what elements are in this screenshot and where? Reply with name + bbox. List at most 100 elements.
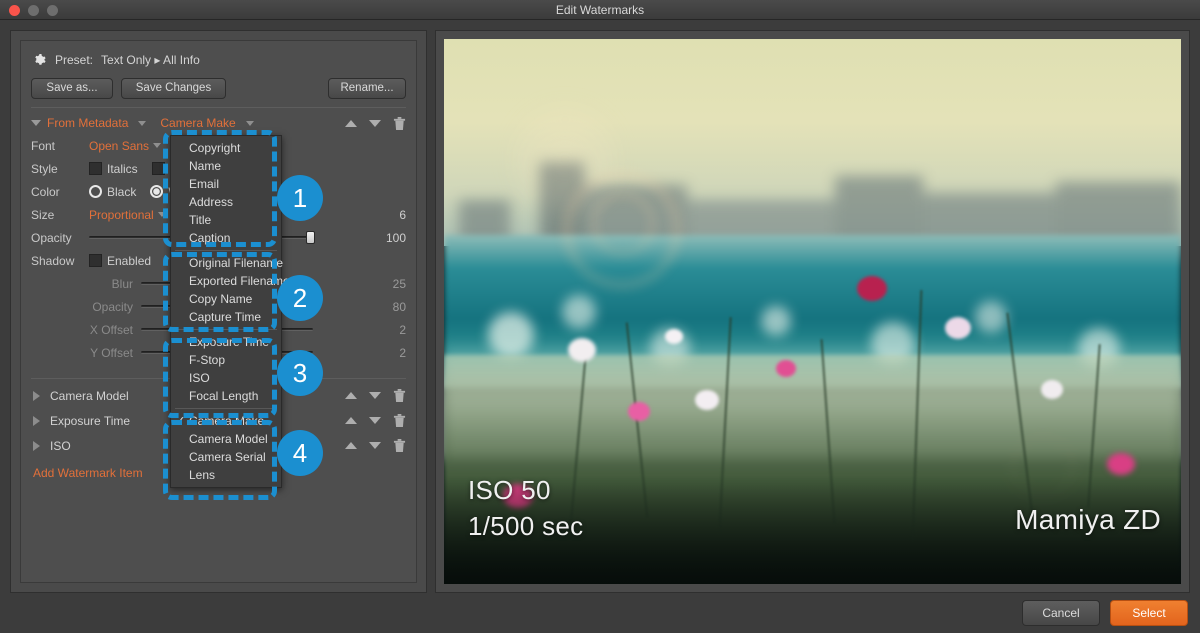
color-white-radio[interactable]: [150, 185, 163, 198]
badge-3: 3: [277, 350, 323, 396]
divider: [31, 107, 406, 108]
metadata-field-label[interactable]: Camera Make: [160, 116, 235, 130]
move-down-icon[interactable]: [369, 392, 381, 399]
opacity-number: 100: [366, 231, 406, 245]
dropdown-item-iso[interactable]: ISO: [171, 369, 281, 387]
expand-icon-2[interactable]: [33, 416, 40, 426]
preset-row: Preset: Text Only ▸ All Info: [31, 49, 406, 71]
expand-icon-3[interactable]: [33, 441, 40, 451]
shadow-opacity-number: 80: [366, 300, 406, 314]
color-label: Color: [31, 185, 89, 199]
move-down-icon-2[interactable]: [369, 417, 381, 424]
blur-number: 25: [366, 277, 406, 291]
title-bar: Edit Watermarks: [0, 0, 1200, 20]
italics-label: Italics: [107, 162, 138, 176]
dropdown-item-exported-filename[interactable]: Exported Filename: [171, 272, 281, 290]
dropdown-item-email[interactable]: Email: [171, 175, 281, 193]
expand-icon[interactable]: [33, 391, 40, 401]
preset-buttons: Save as... Save Changes Rename...: [31, 77, 406, 99]
dropdown-item-f-stop[interactable]: F-Stop: [171, 351, 281, 369]
chevron-down-icon-size[interactable]: [158, 212, 166, 217]
gear-icon[interactable]: [31, 52, 47, 68]
x-offset-number: 2: [366, 323, 406, 337]
watermark-item-label-3: ISO: [50, 439, 71, 453]
move-up-icon[interactable]: [345, 120, 357, 127]
metadata-source-label[interactable]: From Metadata: [47, 116, 128, 130]
watermark-item-label-2: Exposure Time: [50, 414, 130, 428]
dropdown-item-copyright[interactable]: Copyright: [171, 139, 281, 157]
dropdown-item-camera-serial[interactable]: Camera Serial: [171, 448, 281, 466]
move-up-icon-3[interactable]: [345, 442, 357, 449]
chevron-down-icon-font[interactable]: [153, 143, 161, 148]
y-offset-number: 2: [366, 346, 406, 360]
opacity-label: Opacity: [31, 231, 89, 245]
expand-collapse-icon[interactable]: [31, 120, 41, 126]
metadata-field-dropdown[interactable]: Copyright Name Email Address Title Capti…: [170, 135, 282, 488]
dropdown-item-focal-length[interactable]: Focal Length: [171, 387, 281, 405]
opacity-slider-knob[interactable]: [306, 231, 315, 244]
y-offset-label: Y Offset: [31, 346, 141, 360]
dropdown-item-exposure-time[interactable]: Exposure Time: [171, 333, 281, 351]
shadow-label: Shadow: [31, 254, 89, 268]
dropdown-separator-3: [175, 408, 277, 409]
dropdown-item-name[interactable]: Name: [171, 157, 281, 175]
shadow-opacity-label: Opacity: [31, 300, 141, 314]
watermark-shutter: 1/500 sec: [468, 511, 583, 542]
metadata-header-row: From Metadata Camera Make: [31, 112, 406, 134]
x-offset-label: X Offset: [31, 323, 141, 337]
cancel-button[interactable]: Cancel: [1022, 600, 1100, 626]
blur-label: Blur: [31, 277, 141, 291]
dropdown-item-address[interactable]: Address: [171, 193, 281, 211]
badge-1: 1: [277, 175, 323, 221]
save-as-button[interactable]: Save as...: [31, 78, 113, 99]
delete-icon[interactable]: [393, 116, 406, 131]
badge-4: 4: [277, 430, 323, 476]
dropdown-item-camera-make[interactable]: ✓ Camera Make: [171, 412, 281, 430]
dropdown-item-camera-model[interactable]: Camera Model: [171, 430, 281, 448]
size-value[interactable]: Proportional: [89, 208, 154, 222]
chevron-down-icon[interactable]: [138, 121, 146, 126]
chevron-down-icon-2[interactable]: [246, 121, 254, 126]
watermark-camera: Mamiya ZD: [1015, 504, 1161, 536]
select-button[interactable]: Select: [1110, 600, 1188, 626]
move-down-icon-3[interactable]: [369, 442, 381, 449]
photo-preview: ISO 50 1/500 sec Mamiya ZD: [444, 39, 1181, 584]
dialog-footer: Cancel Select: [0, 593, 1200, 633]
checkmark-icon: ✓: [176, 413, 185, 430]
dialog-body: Preset: Text Only ▸ All Info Save as... …: [0, 20, 1200, 593]
preview-panel: ISO 50 1/500 sec Mamiya ZD: [435, 30, 1190, 593]
size-number: 6: [366, 208, 406, 222]
style-label: Style: [31, 162, 89, 176]
dropdown-item-original-filename[interactable]: Original Filename: [171, 254, 281, 272]
size-label: Size: [31, 208, 89, 222]
dropdown-item-lens[interactable]: Lens: [171, 466, 281, 484]
dropdown-item-capture-time[interactable]: Capture Time: [171, 308, 281, 326]
color-black-radio[interactable]: [89, 185, 102, 198]
delete-icon[interactable]: [393, 388, 406, 403]
color-black-label: Black: [107, 185, 136, 199]
watermark-iso: ISO 50: [468, 475, 551, 506]
shadow-enabled-label: Enabled: [107, 254, 151, 268]
save-changes-button[interactable]: Save Changes: [121, 78, 226, 99]
delete-icon-3[interactable]: [393, 438, 406, 453]
font-label: Font: [31, 139, 89, 153]
dropdown-separator-1: [175, 250, 277, 251]
badge-2: 2: [277, 275, 323, 321]
dropdown-item-copy-name[interactable]: Copy Name: [171, 290, 281, 308]
bold-checkbox[interactable]: [152, 162, 165, 175]
dropdown-item-caption[interactable]: Caption: [171, 229, 281, 247]
preset-value[interactable]: Text Only ▸ All Info: [101, 53, 200, 67]
rename-button[interactable]: Rename...: [328, 78, 406, 99]
move-down-icon[interactable]: [369, 120, 381, 127]
delete-icon-2[interactable]: [393, 413, 406, 428]
dropdown-item-title[interactable]: Title: [171, 211, 281, 229]
preset-label: Preset:: [55, 53, 93, 67]
move-up-icon[interactable]: [345, 392, 357, 399]
move-up-icon-2[interactable]: [345, 417, 357, 424]
dropdown-separator-2: [175, 329, 277, 330]
font-value[interactable]: Open Sans: [89, 139, 149, 153]
shadow-enabled-checkbox[interactable]: [89, 254, 102, 267]
italics-checkbox[interactable]: [89, 162, 102, 175]
watermark-item-label: Camera Model: [50, 389, 129, 403]
window-title: Edit Watermarks: [0, 3, 1200, 17]
